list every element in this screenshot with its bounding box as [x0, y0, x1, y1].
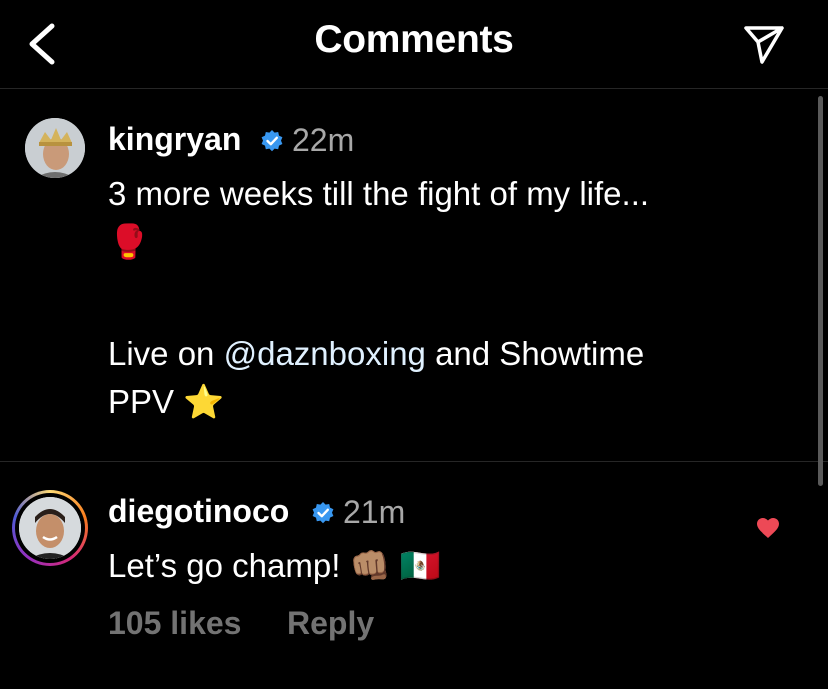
page-title: Comments	[314, 18, 514, 61]
caption-text-prefix: Live on	[108, 335, 224, 372]
likes-count[interactable]: 105 likes	[108, 605, 241, 642]
caption-username[interactable]: kingryan	[108, 121, 241, 158]
comment-text: Let’s go champ! 👊🏽 🇲🇽	[108, 547, 441, 584]
scrollbar[interactable]	[818, 96, 823, 486]
verified-badge-icon	[312, 502, 334, 524]
avatar[interactable]	[25, 118, 85, 178]
profile-photo-icon	[25, 118, 85, 178]
comment-username[interactable]: diegotinoco	[108, 493, 289, 530]
caption-line-1: 3 more weeks till the fight of my life..…	[108, 175, 650, 212]
comment-time: 21m	[343, 494, 406, 530]
caption-line-3: Live on @daznboxing and Showtime	[108, 330, 644, 378]
heart-icon[interactable]	[756, 517, 780, 539]
avatar[interactable]	[19, 497, 81, 559]
caption-time: 22m	[292, 122, 355, 158]
verified-badge-icon	[261, 130, 283, 152]
header-bar: Comments	[0, 0, 828, 89]
boxing-glove-emoji: 🥊	[108, 223, 150, 260]
reply-button[interactable]: Reply	[287, 605, 374, 642]
profile-photo-icon	[19, 497, 81, 559]
caption-line-4: PPV ⭐	[108, 383, 225, 420]
paper-plane-icon[interactable]	[742, 22, 786, 66]
mention-link[interactable]: @daznboxing	[224, 335, 426, 372]
caption-text-suffix: and Showtime	[425, 335, 645, 372]
